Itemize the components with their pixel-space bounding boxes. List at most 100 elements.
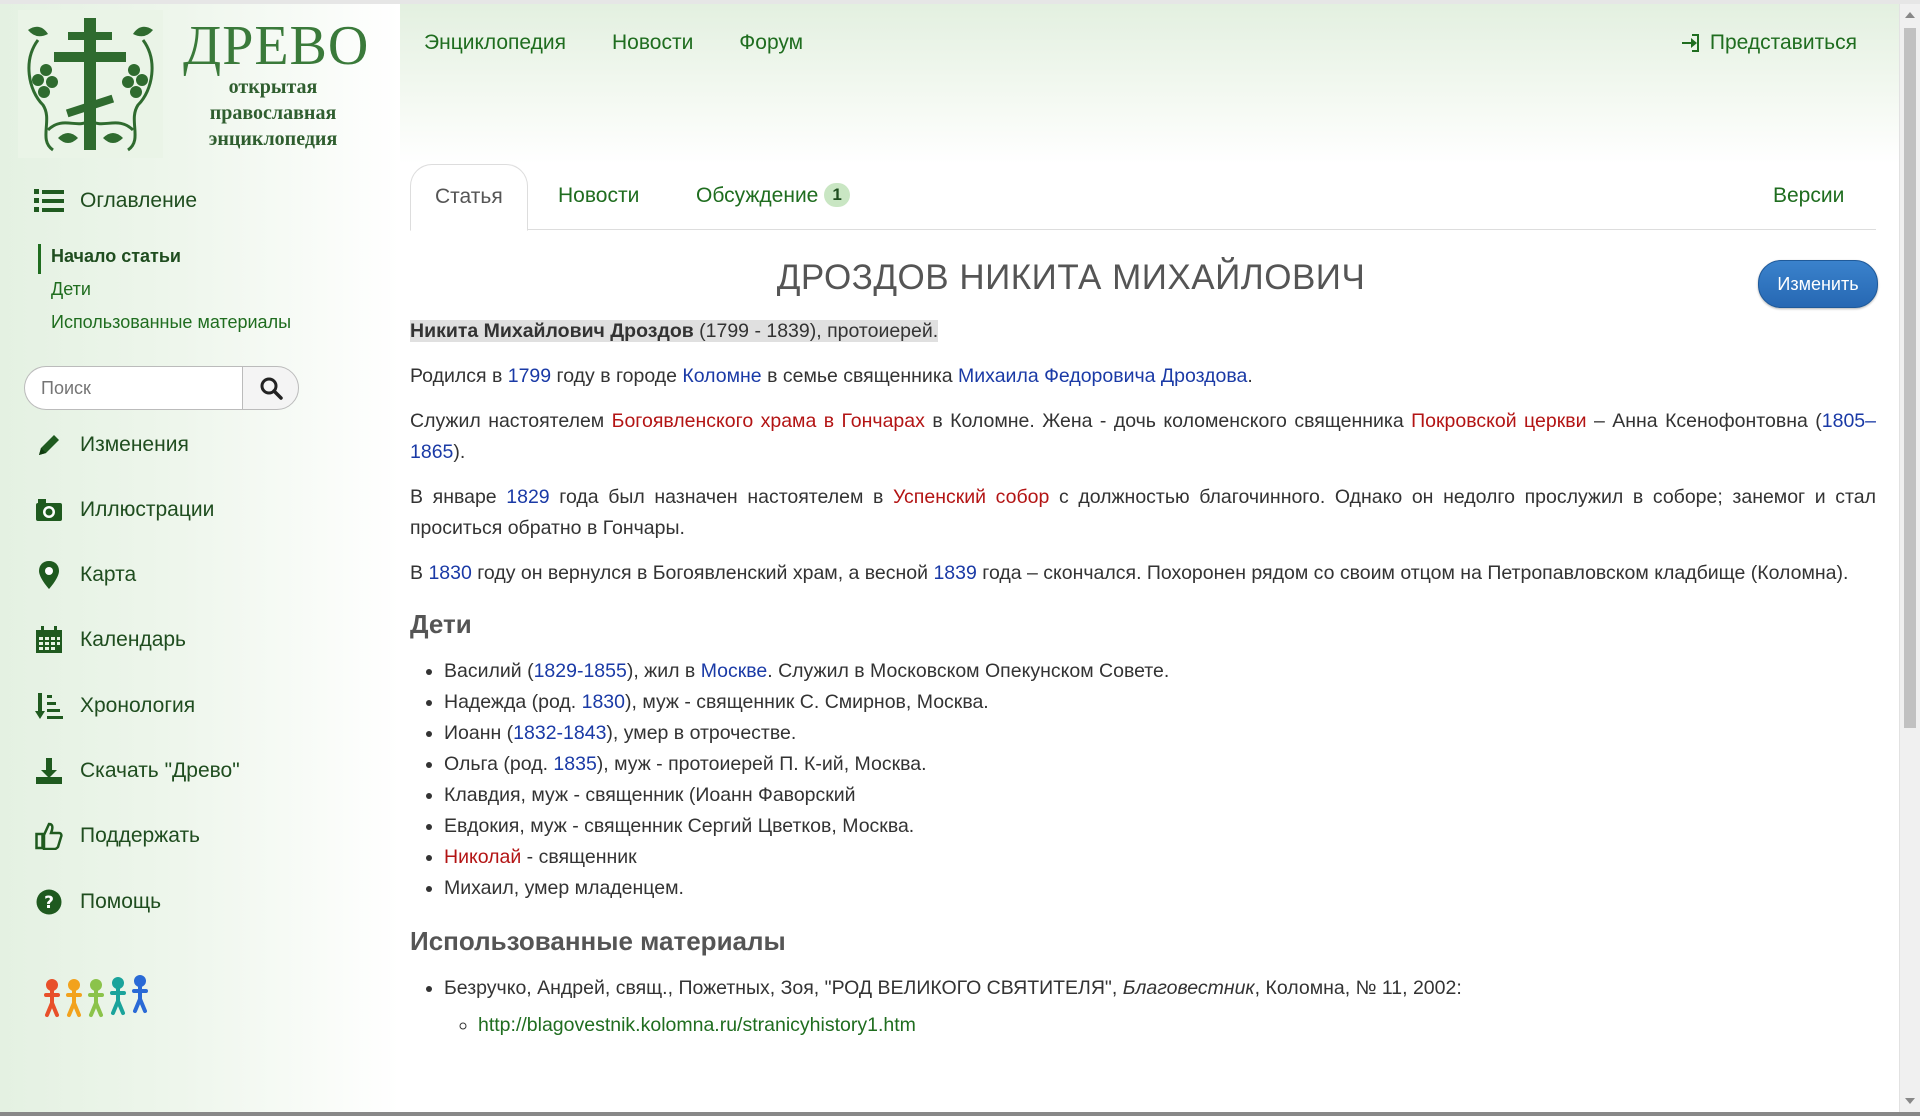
search-box [24,366,299,410]
sidebar-item-label: Поддержать [80,824,201,847]
text: Служил настоятелем [410,410,612,432]
text: - священник [521,846,637,868]
list-item: Надежда (род. 1830), муж - священник С. … [444,687,1876,718]
text: года был назначен настоятелем в [549,486,893,508]
link-years-ioann[interactable]: 1832-1843 [513,722,606,744]
sidebar-item-label: Изменения [80,433,189,456]
children-figures-logo[interactable] [42,975,162,1030]
article-body: Никита Михайлович Дроздов (1799 - 1839),… [410,316,1876,1041]
text: году он вернулся в Богоявленский храм, а… [471,562,934,584]
text: ), жил в [626,660,701,682]
link-year-1799[interactable]: 1799 [508,365,551,387]
sidebar-item-help[interactable]: ? Помощь [34,887,161,917]
download-icon [34,756,64,786]
tab-discussion[interactable]: Обсуждение 1 [696,164,850,228]
sidebar-item-illustrations[interactable]: Иллюстрации [34,495,214,525]
link-year-1839[interactable]: 1839 [933,562,976,584]
text: Василий ( [444,660,534,682]
tab-news[interactable]: Новости [558,164,639,228]
heading-sources: Использованные материалы [410,926,786,956]
sidebar-item-label: Карта [80,563,137,586]
link-nikolai[interactable]: Николай [444,846,521,868]
toc-item-children[interactable]: Дети [51,279,91,300]
person-name: Никита Михайлович Дроздов [410,320,694,342]
sidebar-item-label: Скачать "Древо" [80,759,240,782]
site-logo[interactable]: ДРЕВО открытая православная энциклопедия [18,10,368,160]
toc-active-indicator [38,244,41,274]
help-icon: ? [34,887,64,917]
tab-article[interactable]: Статья [410,164,528,231]
brand-name: ДРЕВО [183,15,370,77]
article-tabs: Статья Новости Обсуждение 1 Версии [410,164,1876,231]
sidebar-item-label: Помощь [80,890,162,913]
sidebar-item-chronology[interactable]: Хронология [34,691,195,721]
link-year-1830[interactable]: 1830 [428,562,471,584]
text: ), муж - священник С. Смирнов, Москва. [624,691,989,713]
list-icon [34,189,64,212]
list-item: Иоанн (1832-1843), умер в отрочестве. [444,718,1876,749]
toc-toggle[interactable]: Оглавление [34,188,197,214]
list-item: http://blagovestnik.kolomna.ru/stranicyh… [478,1010,1876,1041]
sidebar-item-label: Хронология [80,694,196,717]
scroll-up-arrow-icon[interactable] [1905,12,1915,18]
vertical-scrollbar[interactable] [1899,4,1920,1112]
link-moscow[interactable]: Москве [701,660,768,682]
scroll-down-arrow-icon[interactable] [1905,1098,1915,1104]
link-years-vasily[interactable]: 1829-1855 [534,660,627,682]
text: , Коломна, № 11, 2002: [1254,977,1462,999]
link-uspensky-cathedral[interactable]: Успенский собор [893,486,1049,508]
link-pokrovskaya-church[interactable]: Покровской церкви [1411,410,1586,432]
list-item: Клавдия, муж - священник (Иоанн Фаворски… [444,780,1876,811]
edit-button[interactable]: Изменить [1758,260,1878,308]
tab-discussion-label: Обсуждение [696,184,819,207]
intro-highlight: Никита Михайлович Дроздов (1799 - 1839),… [410,320,939,342]
link-year-1830-nadezhda[interactable]: 1830 [582,691,625,713]
paragraph-service: Служил настоятелем Богоявленского храма … [410,406,1876,468]
sidebar-item-changes[interactable]: Изменения [34,430,189,460]
text: – Анна Ксенофонтовна ( [1586,410,1822,432]
camera-icon [34,495,64,525]
link-source-url[interactable]: http://blagovestnik.kolomna.ru/stranicyh… [478,1014,916,1036]
link-year-1835[interactable]: 1835 [553,753,596,775]
heading-children: Дети [410,609,472,639]
toc-item-sources[interactable]: Использованные материалы [51,312,291,333]
link-year-1829[interactable]: 1829 [506,486,549,508]
scrollbar-thumb[interactable] [1904,28,1916,728]
nav-forum[interactable]: Форум [739,31,803,55]
toc-item-start[interactable]: Начало статьи [51,246,181,267]
nav-encyclopedia[interactable]: Энциклопедия [424,31,566,55]
sign-in-icon [1681,34,1699,52]
sidebar-item-map[interactable]: Карта [34,560,136,590]
window-bottom-border [0,1112,1920,1116]
calendar-icon [34,625,64,655]
text: . Служил в Московском Опекунском Совете. [767,660,1170,682]
list-item: Николай - священник [444,842,1876,873]
sidebar-item-download[interactable]: Скачать "Древо" [34,756,240,786]
text: Ольга (род. [444,753,554,775]
link-father[interactable]: Михаила Федоровича Дроздова [958,365,1247,387]
text: в Коломне. Жена - дочь коломенского свящ… [924,410,1412,432]
list-item: Василий (1829-1855), жил в Москве. Служи… [444,656,1876,687]
page-title: ДРОЗДОВ НИКИТА МИХАЙЛОВИЧ [776,258,1366,297]
text: В [410,562,429,584]
nav-news[interactable]: Новости [612,31,693,55]
link-bogoyavlensky-church[interactable]: Богоявленского храма в Гончарах [612,410,925,432]
search-button[interactable] [242,366,299,410]
login-link[interactable]: Представиться [1680,31,1857,55]
sidebar-item-label: Календарь [80,628,186,651]
text: ). [453,441,466,463]
sidebar-item-support[interactable]: Поддержать [34,821,200,851]
paragraph-return: В 1830 году он вернулся в Богоявленский … [410,558,1876,589]
list-item: Михаил, умер младенцем. [444,873,1876,904]
toc-label: Оглавление [80,189,198,212]
tab-versions[interactable]: Версии [1773,164,1844,228]
list-item: Безручко, Андрей, свящ., Пожетных, Зоя, … [444,973,1876,1041]
source-links: http://blagovestnik.kolomna.ru/stranicyh… [444,1010,1876,1041]
chronology-sort-icon [34,691,64,721]
brand-subtitle: открытая православная энциклопедия [183,74,363,152]
search-input[interactable] [24,366,242,410]
intro-text: (1799 - 1839), протоиерей. [693,320,939,342]
link-kolomna[interactable]: Коломне [682,365,761,387]
sidebar-item-calendar[interactable]: Календарь [34,625,186,655]
text: Родился в [410,365,508,387]
